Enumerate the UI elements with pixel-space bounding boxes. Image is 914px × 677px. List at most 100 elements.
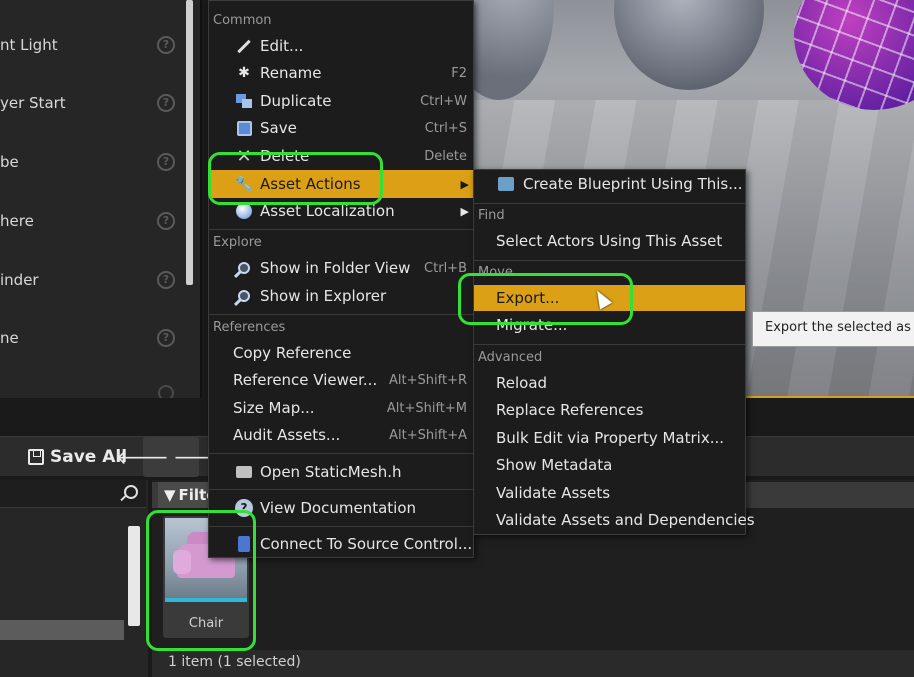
menu-item-reference-viewer[interactable]: Reference Viewer... Alt+Shift+R <box>209 367 473 393</box>
menu-item-source-control[interactable]: Connect To Source Control... <box>209 531 473 557</box>
actor-row-cone[interactable]: ne ? <box>0 309 190 367</box>
actor-label: inder <box>0 271 39 289</box>
menu-item-create-blueprint[interactable]: Create Blueprint Using This... <box>474 170 745 198</box>
menu-item-duplicate[interactable]: Duplicate Ctrl+W <box>209 88 473 114</box>
actor-label: nt Light <box>0 36 58 54</box>
actor-label: ne <box>0 329 19 347</box>
menu-item-label: Copy Reference <box>233 344 352 362</box>
menu-item-label: Size Map... <box>233 399 315 417</box>
actor-row-point-light[interactable]: nt Light ? <box>0 16 190 74</box>
help-icon <box>158 385 174 398</box>
actor-label: here <box>0 212 34 230</box>
submenu-arrow-icon: ▶ <box>460 204 469 218</box>
menu-item-show-in-folder[interactable]: Show in Folder View Ctrl+B <box>209 255 473 281</box>
menu-item-validate-dependencies[interactable]: Validate Assets and Dependencies <box>474 507 755 533</box>
menu-item-show-metadata[interactable]: Show Metadata <box>474 452 745 478</box>
asset-actions-submenu: Create Blueprint Using This... Find Sele… <box>473 169 755 535</box>
help-icon[interactable]: ? <box>157 212 175 230</box>
viewport-sphere <box>614 0 764 90</box>
help-icon[interactable]: ? <box>157 329 175 347</box>
menu-item-asset-actions[interactable]: 🔧 Asset Actions ▶ <box>209 170 473 198</box>
help-icon[interactable]: ? <box>157 36 175 54</box>
magnifier-icon <box>234 287 254 305</box>
menu-separator <box>209 526 473 527</box>
shortcut-label: Alt+Shift+R <box>389 372 467 388</box>
menu-item-edit[interactable]: Edit... <box>209 33 473 59</box>
menu-item-label: Show in Explorer <box>260 287 387 305</box>
menu-item-bulk-edit[interactable]: Bulk Edit via Property Matrix... <box>474 425 745 451</box>
menu-separator <box>209 489 473 490</box>
actor-row-player-start[interactable]: yer Start ? <box>0 74 190 132</box>
menu-separator <box>209 229 473 230</box>
section-references: References <box>213 320 286 335</box>
asset-context-menu: Common Edit... ✱ Rename F2 Duplicate Ctr… <box>208 0 474 558</box>
menu-item-label: View Documentation <box>260 499 416 517</box>
actor-row-cylinder[interactable]: inder ? <box>0 251 190 309</box>
source-control-icon <box>234 535 254 553</box>
menu-item-select-actors[interactable]: Select Actors Using This Asset <box>474 228 745 254</box>
section-move: Move <box>478 265 513 280</box>
menu-separator <box>474 344 745 345</box>
shortcut-label: Alt+Shift+A <box>389 427 467 443</box>
help-icon[interactable]: ? <box>157 94 175 112</box>
actor-row-sphere[interactable]: here ? <box>0 192 190 250</box>
wrench-icon: 🔧 <box>234 175 254 193</box>
menu-item-audit-assets[interactable]: Audit Assets... Alt+Shift+A <box>209 422 473 448</box>
selection-status: 1 item (1 selected) <box>168 654 301 670</box>
panel-scrollbar[interactable] <box>186 0 193 285</box>
menu-separator <box>209 314 473 315</box>
shortcut-label: Ctrl+B <box>424 260 467 276</box>
menu-item-label: Replace References <box>496 401 644 419</box>
menu-item-delete[interactable]: ✕ Delete Delete <box>209 143 473 169</box>
menu-item-label: Open StaticMesh.h <box>260 463 402 481</box>
menu-separator <box>474 203 745 204</box>
menu-item-label: Edit... <box>260 37 304 55</box>
asset-type-stripe <box>165 598 247 602</box>
menu-item-rename[interactable]: ✱ Rename F2 <box>209 60 473 86</box>
menu-separator <box>474 260 745 261</box>
menu-item-open-source-file[interactable]: Open StaticMesh.h <box>209 459 473 485</box>
rename-icon: ✱ <box>238 65 250 81</box>
menu-item-label: Asset Actions <box>260 175 361 193</box>
menu-item-label: Rename <box>260 64 322 82</box>
help-icon[interactable]: ? <box>157 271 175 289</box>
menu-item-label: Delete <box>260 147 310 165</box>
menu-item-label: Show Metadata <box>496 456 613 474</box>
menu-item-save[interactable]: Save Ctrl+S <box>209 115 473 141</box>
pencil-icon <box>234 37 254 55</box>
shortcut-label: Alt+Shift+M <box>386 400 467 416</box>
menu-item-size-map[interactable]: Size Map... Alt+Shift+M <box>209 395 473 421</box>
search-icon[interactable] <box>124 485 138 499</box>
menu-item-copy-reference[interactable]: Copy Reference <box>209 340 473 366</box>
actor-label: yer Start <box>0 94 66 112</box>
menu-item-replace-references[interactable]: Replace References <box>474 397 745 423</box>
filter-icon: ▼ <box>164 486 176 504</box>
menu-item-show-in-explorer[interactable]: Show in Explorer <box>209 283 473 309</box>
menu-item-label: Bulk Edit via Property Matrix... <box>496 429 725 447</box>
menu-item-validate-assets[interactable]: Validate Assets <box>474 480 745 506</box>
menu-item-reload[interactable]: Reload <box>474 370 745 396</box>
history-nav: 🡐 🡒 <box>115 437 227 477</box>
sources-folder-row[interactable] <box>0 620 124 640</box>
export-tooltip: Export the selected as <box>752 311 914 347</box>
menu-item-label: Reload <box>496 374 548 392</box>
back-arrow-icon[interactable]: 🡐 <box>115 445 169 469</box>
viewport-patterned-sphere <box>794 0 914 110</box>
chair-thumbnail-arm <box>173 550 191 574</box>
sources-scrollbar[interactable] <box>128 526 140 626</box>
save-icon <box>234 119 254 137</box>
shortcut-label: Ctrl+W <box>420 93 467 109</box>
menu-item-asset-localization[interactable]: Asset Localization ▶ <box>209 198 473 224</box>
menu-item-label: Select Actors Using This Asset <box>496 232 723 250</box>
help-icon[interactable]: ? <box>157 153 175 171</box>
duplicate-icon <box>234 92 254 110</box>
sources-search[interactable] <box>0 480 146 508</box>
sources-panel <box>0 480 148 677</box>
actor-row-cube[interactable]: be ? <box>0 133 190 191</box>
menu-item-migrate[interactable]: Migrate... <box>474 312 745 338</box>
shortcut-label: Delete <box>424 148 467 164</box>
file-icon <box>234 463 254 481</box>
delete-icon: ✕ <box>236 145 252 167</box>
menu-item-label: Show in Folder View <box>260 259 411 277</box>
menu-item-view-documentation[interactable]: ? View Documentation <box>209 495 473 521</box>
